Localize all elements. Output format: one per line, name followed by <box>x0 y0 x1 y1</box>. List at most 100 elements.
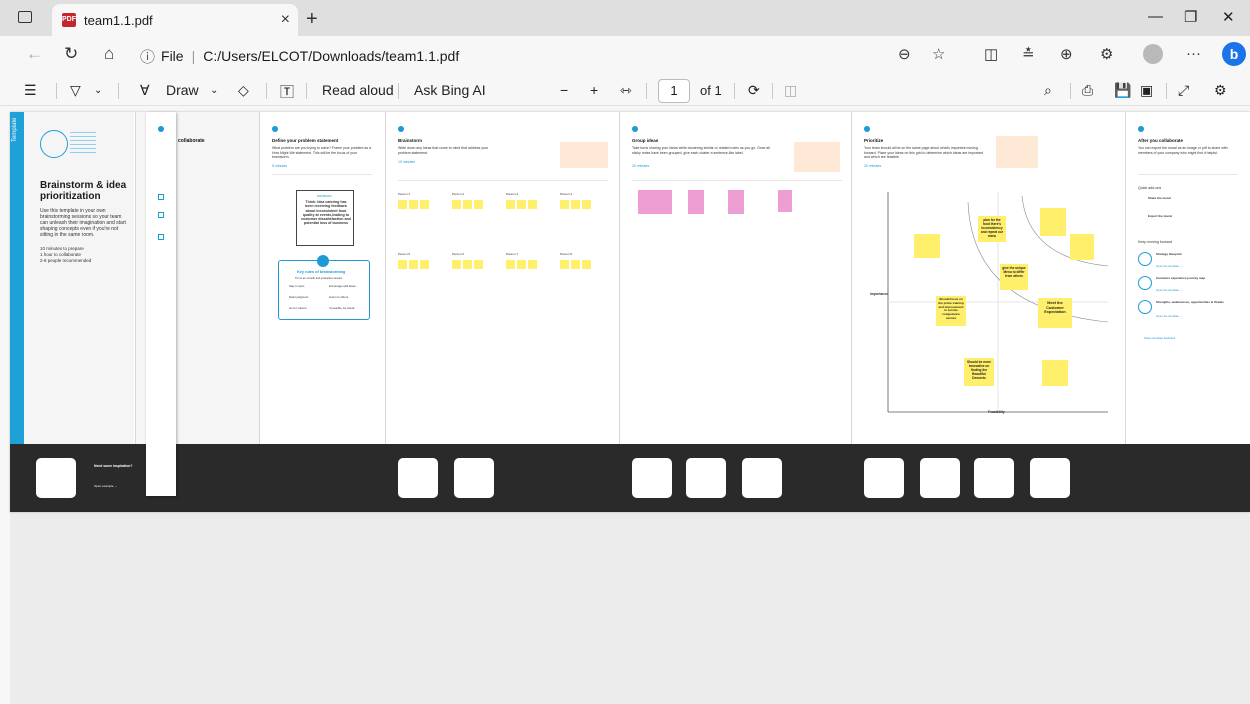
tab-team-pdf[interactable]: PDF team1.1.pdf × <box>52 4 298 36</box>
more-menu-icon[interactable]: ··· <box>1186 45 1201 62</box>
new-tab-button[interactable]: + <box>306 8 318 31</box>
template-feedback-link[interactable]: Share template feedback <box>1144 336 1175 342</box>
decorative-lines <box>70 132 96 156</box>
zoom-icon[interactable]: ⊖ <box>898 45 911 63</box>
toolbar-divider <box>306 83 307 99</box>
sticky-note <box>914 234 940 258</box>
toolbar-divider <box>118 83 119 99</box>
pdf-page: Template Brainstorm & idea prioritizatio… <box>10 112 1250 512</box>
sticky-note <box>560 260 569 269</box>
prioritize-time: 20 minutes <box>864 164 882 168</box>
close-window-button[interactable]: ✕ <box>1222 8 1235 26</box>
zoom-out-icon[interactable]: − <box>560 82 568 98</box>
template-side-tab: Template <box>10 112 24 444</box>
open-template-link[interactable]: Open the template → <box>1156 288 1183 294</box>
highlight-dropdown-icon[interactable]: ⌄ <box>94 85 102 96</box>
group-body: Take turns sharing your ideas while clus… <box>632 146 770 155</box>
share-mural-label: Share the mural <box>1148 196 1171 200</box>
keep-moving-label: Keep moving forward <box>1138 240 1172 244</box>
home-icon[interactable]: ⌂ <box>104 44 114 64</box>
open-template-link[interactable]: Open the template → <box>1156 264 1183 270</box>
sticky-note <box>463 260 472 269</box>
sticky-note <box>517 200 526 209</box>
sticky-note <box>398 200 407 209</box>
bing-copilot-icon[interactable]: b <box>1222 42 1246 66</box>
settings-icon[interactable]: ⚙ <box>1214 82 1227 99</box>
eraser-icon[interactable]: ◇ <box>238 82 249 99</box>
draw-button[interactable]: Draw <box>166 82 199 98</box>
collections-icon[interactable]: ⊕ <box>1060 45 1073 63</box>
extensions-icon[interactable]: ⚙ <box>1100 45 1113 63</box>
step-dot <box>632 126 638 132</box>
back-icon[interactable]: ← <box>26 44 43 64</box>
pdf-viewer[interactable]: Template Brainstorm & idea prioritizatio… <box>10 112 1250 704</box>
contents-icon[interactable]: ☰ <box>24 82 37 99</box>
prioritize-panel: Prioritize Your team should all be on th… <box>852 112 1126 444</box>
divider <box>398 180 608 181</box>
tab-actions-icon[interactable] <box>18 11 32 23</box>
url-field[interactable]: ⓘ File | C:/Users/ELCOT/Downloads/team1.… <box>140 42 940 70</box>
page-view-icon[interactable]: ◫ <box>784 82 797 99</box>
brainstorm-thumbnail <box>454 458 494 498</box>
floating-sheet <box>146 112 176 496</box>
strategy-label: Strategy blueprint <box>1156 252 1182 256</box>
sticky-note <box>582 200 591 209</box>
intro-content: Brainstorm & idea prioritization Use thi… <box>24 112 134 444</box>
group-panel: Group ideas Take turns sharing your idea… <box>620 112 852 444</box>
toolbar-divider <box>266 83 267 99</box>
fit-page-icon[interactable]: ⇿ <box>620 82 632 99</box>
address-bar: ← ↻ ⌂ ⓘ File | C:/Users/ELCOT/Downloads/… <box>0 36 1250 76</box>
checkbox-icon <box>158 234 164 240</box>
sticky-note <box>463 200 472 209</box>
inspiration-label: Need some inspiration? <box>94 464 133 468</box>
info-icon[interactable]: ⓘ <box>140 46 155 67</box>
sticky-note <box>1042 360 1068 386</box>
intro-title: Brainstorm & idea prioritization <box>40 180 127 202</box>
toolbar-divider <box>56 83 57 99</box>
sticky-note <box>409 200 418 209</box>
minimize-button[interactable]: — <box>1148 8 1163 25</box>
tip-note <box>996 136 1038 168</box>
draw-dropdown-icon[interactable]: ⌄ <box>210 85 218 96</box>
rule-2: Encourage wild ideas. <box>329 284 357 288</box>
split-screen-icon[interactable]: ◫ <box>984 45 998 63</box>
bulb-badge-icon <box>317 255 329 267</box>
page-number-input[interactable]: 1 <box>658 79 690 103</box>
text-box-icon[interactable]: 🅃 <box>280 82 294 102</box>
draw-icon[interactable]: ∀ <box>140 82 150 99</box>
save-icon[interactable]: 💾 <box>1114 82 1131 99</box>
favorites-icon[interactable]: ≛ <box>1022 45 1035 63</box>
restore-button[interactable]: ❐ <box>1184 8 1197 26</box>
axis-importance-label: Importance <box>870 292 889 296</box>
open-example-link[interactable]: Open example → <box>94 484 117 490</box>
open-template-link[interactable]: Open the template → <box>1156 314 1183 320</box>
sticky-note <box>452 200 461 209</box>
tab-bar: PDF team1.1.pdf × + — ❐ ✕ <box>0 0 1250 36</box>
brainstorm-thumbnail <box>398 458 438 498</box>
save-as-icon[interactable]: ▣ <box>1140 82 1153 99</box>
prioritize-thumbnail <box>1030 458 1070 498</box>
example-thumbnail <box>36 458 76 498</box>
highlight-icon[interactable]: ▽ <box>70 82 81 99</box>
favorite-star-icon[interactable]: ☆ <box>932 45 945 63</box>
fullscreen-icon[interactable]: ⤢ <box>1178 82 1189 99</box>
ask-bing-button[interactable]: Ask Bing AI <box>414 82 486 98</box>
print-icon[interactable]: ⎙ <box>1082 82 1093 99</box>
group-thumbnail <box>632 458 672 498</box>
problem-panel: Define your problem statement What probl… <box>260 112 386 444</box>
url-divider: | <box>191 48 196 64</box>
toolbar-divider <box>1070 83 1071 99</box>
person-2-label: Person 2 <box>452 192 465 196</box>
sticky-note <box>474 200 483 209</box>
export-mural-label: Export the mural <box>1148 214 1172 218</box>
find-icon[interactable]: ⌕ <box>1044 82 1052 99</box>
profile-avatar[interactable] <box>1143 44 1163 64</box>
rotate-icon[interactable]: ⟳ <box>748 82 760 99</box>
brainstorm-title: Brainstorm <box>398 138 423 143</box>
refresh-icon[interactable]: ↻ <box>64 44 78 64</box>
tab-close-button[interactable]: × <box>281 11 290 29</box>
read-aloud-button[interactable]: Read aloud <box>322 82 394 98</box>
person-3-label: Person 3 <box>506 192 519 196</box>
zoom-in-icon[interactable]: + <box>590 82 598 98</box>
pink-sticky <box>728 190 744 214</box>
